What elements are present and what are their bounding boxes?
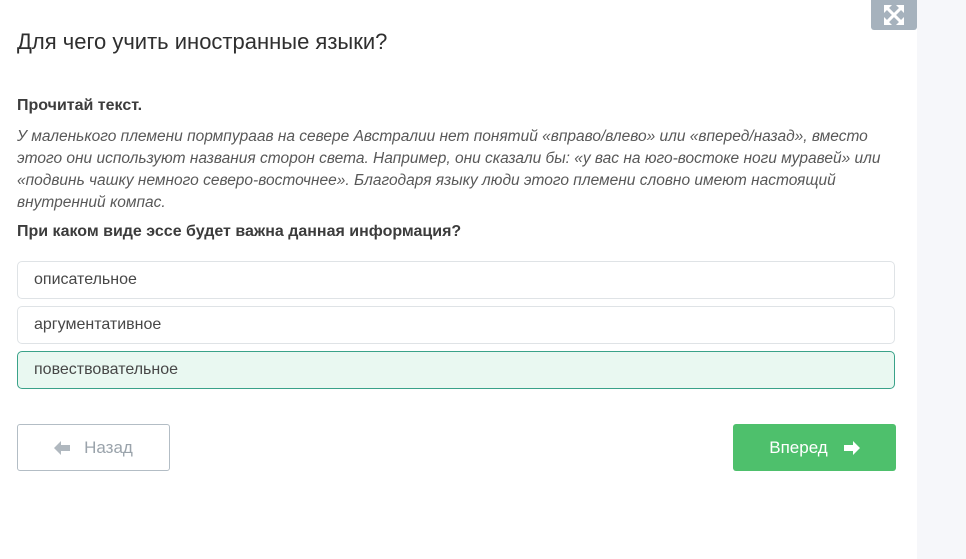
- arrow-right-icon: [843, 440, 860, 455]
- answer-option-label: повествовательное: [34, 361, 179, 378]
- arrow-left-icon: [54, 440, 71, 455]
- question-text: При каком виде эссе будет важна данная и…: [17, 223, 462, 240]
- answer-option-label: аргументативное: [34, 316, 162, 333]
- right-side-panel: [917, 0, 966, 559]
- task-instruction: Прочитай текст.: [17, 97, 143, 114]
- fullscreen-button[interactable]: [871, 0, 917, 30]
- back-button[interactable]: Назад: [17, 424, 170, 471]
- expand-arrows-icon: [883, 4, 905, 26]
- quiz-page: Для чего учить иностранные языки? Прочит…: [0, 0, 966, 559]
- next-button[interactable]: Вперед: [733, 424, 896, 471]
- answer-option-descriptive[interactable]: описательное: [17, 261, 895, 299]
- back-button-label: Назад: [84, 437, 133, 457]
- answer-option-label: описательное: [34, 271, 137, 288]
- next-button-label: Вперед: [769, 437, 828, 457]
- answer-option-narrative[interactable]: повествовательное: [17, 351, 895, 389]
- reading-passage: У маленького племени пормпураав на север…: [17, 128, 881, 211]
- page-title: Для чего учить иностранные языки?: [17, 29, 388, 54]
- answer-option-argumentative[interactable]: аргументативное: [17, 306, 895, 344]
